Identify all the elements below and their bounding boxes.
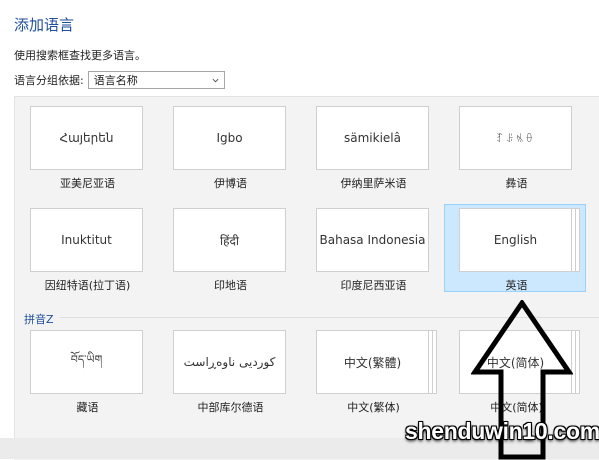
- language-tile-caption: 彝语: [505, 177, 528, 190]
- language-tile-native: བོད་ཡིག: [30, 330, 143, 394]
- grouping-dropdown[interactable]: 语言名称: [87, 71, 225, 89]
- language-tile-caption: 因纽特语(拉丁语): [44, 279, 131, 292]
- language-tile-caption: 中部库尔德语: [197, 401, 264, 414]
- language-tile-hindi[interactable]: हिंदी: [173, 208, 286, 272]
- language-tile-caption: 伊博语: [214, 177, 247, 190]
- language-tile-indonesian[interactable]: Bahasa Indonesia: [316, 208, 429, 272]
- language-tile-tibetan[interactable]: བོད་ཡིག: [30, 330, 143, 394]
- language-tile-caption: 亚美尼亚语: [60, 177, 115, 190]
- language-tile-armenian[interactable]: Հայերեն: [30, 106, 143, 170]
- section-header-pinyin-z: 拼音Z: [24, 313, 54, 326]
- language-tile-native: Bahasa Indonesia: [316, 208, 429, 272]
- language-tile-inari-sami[interactable]: sämikielâ: [316, 106, 429, 170]
- language-tile-native: ꆈꌠꁱꂷ: [459, 106, 572, 170]
- grouping-row: 语言分组依据: 语言名称: [14, 71, 225, 89]
- language-tile-caption: 英语: [505, 279, 528, 292]
- language-tile-native: sämikielâ: [316, 106, 429, 170]
- language-tile-native: کوردیی ناوەڕاست: [173, 330, 286, 394]
- language-tile-native: 中文(繁體): [316, 330, 429, 394]
- language-tile-inuktitut[interactable]: Inuktitut: [30, 208, 143, 272]
- language-tile-native: Inuktitut: [30, 208, 143, 272]
- language-tile-native: English: [459, 208, 572, 272]
- language-tile-native: हिंदी: [173, 208, 286, 272]
- language-tile-caption: 藏语: [76, 401, 99, 414]
- language-tile-caption: 伊纳里萨米语: [340, 177, 407, 190]
- language-tile-native: Հայերեն: [30, 106, 143, 170]
- language-tile-chinese-traditional[interactable]: 中文(繁體): [316, 330, 437, 394]
- language-tile-central-kurdish[interactable]: کوردیی ناوەڕاست: [173, 330, 286, 394]
- page-title: 添加语言: [14, 16, 75, 34]
- language-tile-caption: 中文(繁体): [347, 401, 400, 414]
- grouping-dropdown-value: 语言名称: [93, 74, 138, 87]
- chevron-down-icon: [212, 78, 219, 82]
- language-tile-native: Igbo: [173, 106, 286, 170]
- watermark-text: shenduwin10.com: [405, 418, 599, 444]
- language-tile-caption: 印度尼西亚语: [340, 279, 407, 292]
- language-tile-english[interactable]: English: [459, 208, 580, 272]
- grouping-label: 语言分组依据:: [14, 74, 84, 87]
- language-tile-yi[interactable]: ꆈꌠꁱꂷ: [459, 106, 572, 170]
- language-tile-igbo[interactable]: Igbo: [173, 106, 286, 170]
- page-subtitle: 使用搜索框查找更多语言。: [14, 49, 146, 62]
- language-tile-caption: 印地语: [214, 279, 247, 292]
